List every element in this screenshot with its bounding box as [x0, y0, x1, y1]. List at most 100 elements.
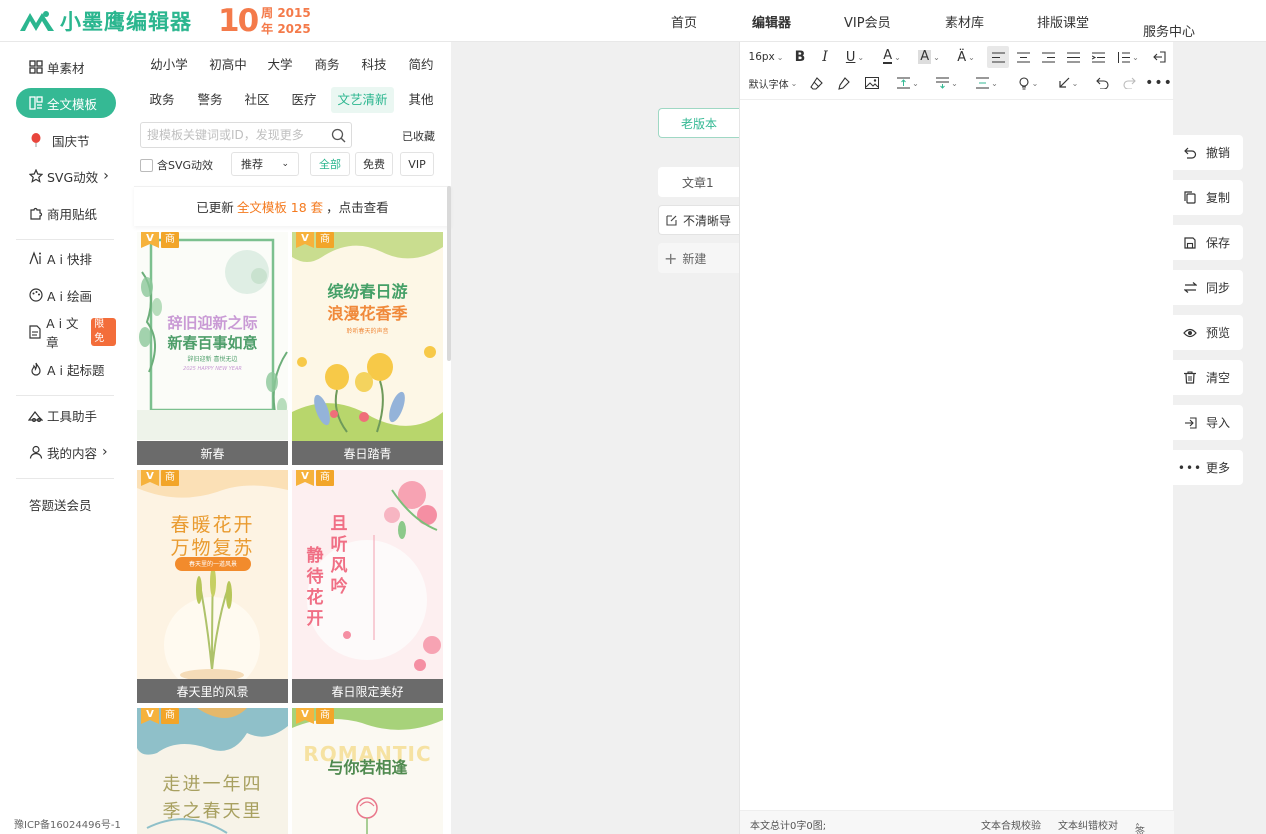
- sidebar-item-tools[interactable]: 工具助手: [16, 400, 116, 430]
- nav-editor[interactable]: 编辑器: [752, 12, 791, 31]
- import-button[interactable]: 导入: [1173, 405, 1243, 440]
- sidebar-item-ai-layout[interactable]: A i 快排: [16, 243, 116, 273]
- filter-vip[interactable]: VIP: [400, 152, 434, 176]
- sidebar-label: 我的内容: [47, 445, 98, 461]
- category-medical[interactable]: 医疗: [288, 87, 320, 113]
- sort-select[interactable]: 推荐 ⌄: [231, 152, 299, 176]
- new-document-button[interactable]: + 新建: [658, 243, 740, 273]
- sidebar-item-ai-painting[interactable]: A i 绘画: [16, 280, 116, 310]
- category-highschool[interactable]: 初高中: [204, 52, 252, 78]
- eraser-icon[interactable]: [806, 72, 826, 94]
- star-icon: [28, 169, 43, 184]
- font-size-select[interactable]: 16px ⌄: [746, 46, 786, 68]
- redo-toolbar-icon[interactable]: [1119, 72, 1139, 94]
- sidebar-item-svg-effects[interactable]: SVG动效 ›: [16, 161, 116, 191]
- image-icon[interactable]: [862, 72, 882, 94]
- background-color-icon[interactable]: A ⌄: [914, 46, 944, 68]
- favorites-link[interactable]: 已收藏: [402, 128, 435, 144]
- filter-all[interactable]: 全部: [310, 152, 350, 176]
- logo[interactable]: 小墨鹰编辑器: [18, 6, 192, 36]
- font-color-icon[interactable]: A ⌄: [877, 46, 907, 68]
- align-justify-icon[interactable]: [1062, 46, 1084, 68]
- notice-highlight: 全文模板 18 套: [236, 200, 324, 215]
- search-input[interactable]: [141, 123, 321, 147]
- sidebar-item-national-day[interactable]: 国庆节: [16, 125, 116, 155]
- save-button[interactable]: 保存: [1173, 225, 1243, 260]
- search-icon[interactable]: [331, 128, 346, 143]
- left-sidebar: 单素材 全文模板 国庆节 SVG动效 › 商用贴纸 A i 快排 A i 绘画 …: [0, 42, 134, 834]
- template-card-new-year[interactable]: 辞旧迎新之际 新春百事如意 辞旧迎新 喜悦无边 2025 HAPPY NEW Y…: [137, 232, 288, 465]
- category-university[interactable]: 大学: [264, 52, 296, 78]
- align-right-icon[interactable]: [1037, 46, 1059, 68]
- more-button[interactable]: ••• 更多: [1173, 450, 1243, 485]
- template-card-spring-beauty[interactable]: 且听风吟 静待花开 V 商 春日限定美好: [292, 470, 443, 703]
- exit-icon[interactable]: [1148, 46, 1170, 68]
- checkbox-box[interactable]: [140, 158, 153, 172]
- lightbulb-icon[interactable]: ⌄: [1013, 72, 1043, 94]
- sidebar-item-stickers[interactable]: 商用贴纸: [16, 198, 116, 228]
- card-title-2: 季之春天里: [162, 801, 263, 822]
- document-tab[interactable]: 文章1: [658, 167, 740, 197]
- clear-button[interactable]: 清空: [1173, 360, 1243, 395]
- category-simple[interactable]: 简约: [405, 52, 437, 78]
- compliance-check-button[interactable]: 文本合规校验: [981, 817, 1041, 832]
- sidebar-item-my-content[interactable]: 我的内容 ›: [16, 437, 116, 467]
- arrow-down-left-icon[interactable]: ⌄: [1053, 72, 1083, 94]
- sidebar-item-quiz-vip[interactable]: 答题送会员: [16, 489, 116, 519]
- edit-icon: [666, 214, 677, 226]
- icp-record[interactable]: 豫ICP备16024496号-1: [14, 816, 121, 831]
- copy-button[interactable]: 复制: [1173, 180, 1243, 215]
- copy-icon: [1183, 191, 1197, 205]
- category-tech[interactable]: 科技: [358, 52, 390, 78]
- word-count: 本文总计0字0图;: [750, 821, 827, 832]
- category-police[interactable]: 警务: [194, 87, 226, 113]
- sidebar-item-ai-title[interactable]: A i 起标题: [16, 354, 116, 384]
- paragraph-spacing-icon[interactable]: ⌄: [893, 72, 923, 94]
- format-brush-icon[interactable]: [833, 72, 853, 94]
- nav-vip[interactable]: VIP会员: [844, 12, 891, 31]
- template-card-spring-outing[interactable]: 缤纷春日游 浪漫花香季 聆听春天的声音 V 商 春日踏青: [292, 232, 443, 465]
- letter-spacing-icon[interactable]: Ä ⌄: [951, 46, 981, 68]
- sync-button[interactable]: 同步: [1173, 270, 1243, 305]
- update-notice[interactable]: 已更新 全文模板 18 套 ，点击查看: [134, 186, 451, 226]
- indent-icon[interactable]: [1087, 46, 1109, 68]
- sidebar-item-ai-article[interactable]: A i 文章 限免: [16, 316, 116, 350]
- align-left-icon[interactable]: [987, 46, 1009, 68]
- bold-icon[interactable]: B: [790, 46, 810, 68]
- underline-icon[interactable]: U ⌄: [840, 46, 870, 68]
- nav-home[interactable]: 首页: [671, 12, 697, 31]
- category-other[interactable]: 其他: [405, 87, 437, 113]
- svg-effects-checkbox[interactable]: 含SVG动效: [140, 157, 213, 173]
- italic-icon[interactable]: I: [815, 46, 835, 68]
- commercial-badge: 商: [316, 232, 334, 248]
- undo-button[interactable]: 撤销: [1173, 135, 1243, 170]
- template-card-four-seasons[interactable]: 走进一年四 季之春天里 V 商: [137, 708, 288, 834]
- guide-button[interactable]: 不清晰导: [658, 205, 740, 235]
- old-version-button[interactable]: 老版本: [658, 108, 740, 138]
- margin-icon[interactable]: ⌄: [972, 72, 1002, 94]
- free-badge: 限免: [91, 318, 116, 346]
- category-government[interactable]: 政务: [146, 87, 178, 113]
- sidebar-item-full-template[interactable]: 全文模板: [16, 88, 116, 118]
- template-card-spring-scenery[interactable]: 春暖花开 万物复苏 春天里的一道风景 V 商 春天里的风景: [137, 470, 288, 703]
- undo-toolbar-icon[interactable]: [1092, 72, 1112, 94]
- font-family-select[interactable]: 默认字体 ⌄: [746, 72, 800, 94]
- preview-button[interactable]: 预览: [1173, 315, 1243, 350]
- category-literary[interactable]: 文艺清新: [331, 87, 394, 113]
- category-kindergarten[interactable]: 幼小学: [146, 52, 192, 78]
- line-height-icon[interactable]: ⌄: [1113, 46, 1143, 68]
- nav-materials[interactable]: 素材库: [945, 12, 984, 31]
- nav-courses[interactable]: 排版课堂: [1037, 12, 1089, 31]
- template-card-romantic[interactable]: ROMANTIC 与你若相逢 V 商: [292, 708, 443, 834]
- filter-free[interactable]: 免费: [355, 152, 393, 176]
- line-spacing-icon[interactable]: ⌄: [932, 72, 962, 94]
- category-business[interactable]: 商务: [311, 52, 343, 78]
- more-tools-icon[interactable]: •••: [1145, 72, 1172, 94]
- anniversary-line-2: 年 2025: [261, 22, 311, 36]
- panel-scrollbar[interactable]: [447, 186, 451, 361]
- font-family-value: 默认字体: [748, 79, 789, 91]
- align-center-icon[interactable]: [1012, 46, 1034, 68]
- category-community[interactable]: 社区: [241, 87, 273, 113]
- sidebar-item-single-material[interactable]: 单素材: [16, 52, 116, 82]
- proofread-button[interactable]: 文本纠错校对: [1058, 817, 1118, 832]
